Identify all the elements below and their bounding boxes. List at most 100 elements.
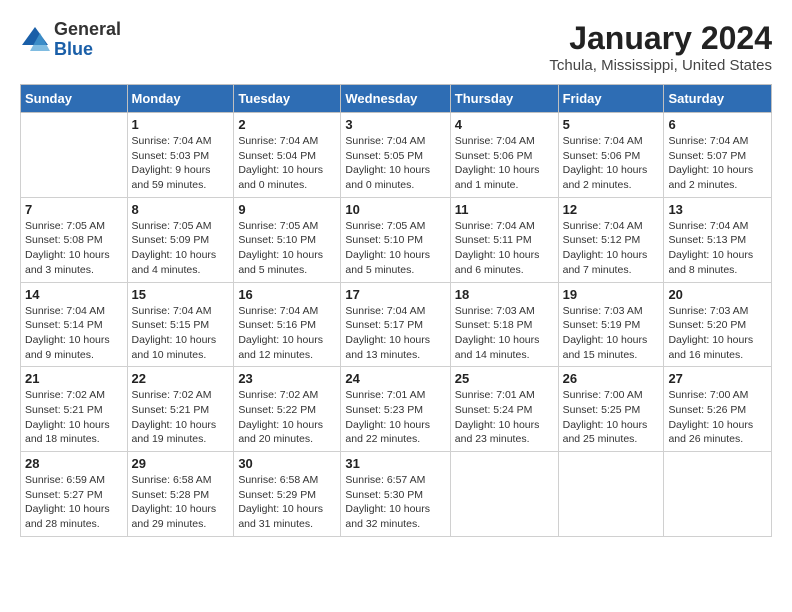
calendar-cell: 4 Sunrise: 7:04 AMSunset: 5:06 PMDaylight… (450, 113, 558, 198)
calendar-cell: 21 Sunrise: 7:02 AMSunset: 5:21 PMDayligh… (21, 367, 128, 452)
calendar-cell: 23Sunrise: 7:02 AMSunset: 5:22 PMDayligh… (234, 367, 341, 452)
day-info: Sunrise: 6:58 AMSunset: 5:29 PMDaylight:… (238, 473, 336, 532)
day-info: Sunrise: 7:04 AMSunset: 5:05 PMDaylight:… (345, 134, 445, 193)
day-info: Sunrise: 7:04 AMSunset: 5:14 PMDaylight:… (25, 304, 123, 363)
week-row-0: 1 Sunrise: 7:04 AMSunset: 5:03 PMDaylight… (21, 113, 772, 198)
calendar-cell: 26Sunrise: 7:00 AMSunset: 5:25 PMDayligh… (558, 367, 664, 452)
calendar-title: January 2024 (549, 20, 772, 57)
calendar-cell: 1 Sunrise: 7:04 AMSunset: 5:03 PMDaylight… (127, 113, 234, 198)
day-number: 7 (25, 202, 123, 217)
calendar-cell: 11 Sunrise: 7:04 AMSunset: 5:11 PMDayligh… (450, 197, 558, 282)
calendar-cell: 2 Sunrise: 7:04 AMSunset: 5:04 PMDaylight… (234, 113, 341, 198)
calendar-cell (664, 452, 772, 537)
day-info: Sunrise: 7:03 AMSunset: 5:19 PMDaylight:… (563, 304, 660, 363)
header-day-friday: Friday (558, 85, 664, 113)
day-number: 29 (132, 456, 230, 471)
day-info: Sunrise: 7:04 AMSunset: 5:06 PMDaylight:… (563, 134, 660, 193)
day-number: 1 (132, 117, 230, 132)
day-number: 27 (668, 371, 767, 386)
day-info: Sunrise: 7:04 AMSunset: 5:12 PMDaylight:… (563, 219, 660, 278)
calendar-cell (558, 452, 664, 537)
day-info: Sunrise: 7:02 AMSunset: 5:21 PMDaylight:… (25, 388, 123, 447)
day-number: 12 (563, 202, 660, 217)
day-info: Sunrise: 6:57 AMSunset: 5:30 PMDaylight:… (345, 473, 445, 532)
day-number: 30 (238, 456, 336, 471)
day-number: 18 (455, 287, 554, 302)
day-info: Sunrise: 7:05 AMSunset: 5:10 PMDaylight:… (238, 219, 336, 278)
header-row: SundayMondayTuesdayWednesdayThursdayFrid… (21, 85, 772, 113)
week-row-1: 7 Sunrise: 7:05 AMSunset: 5:08 PMDaylight… (21, 197, 772, 282)
calendar-cell: 28 Sunrise: 6:59 AMSunset: 5:27 PMDayligh… (21, 452, 128, 537)
day-number: 24 (345, 371, 445, 386)
title-block: January 2024 Tchula, Mississippi, United… (549, 20, 772, 74)
day-number: 4 (455, 117, 554, 132)
calendar-cell: 18 Sunrise: 7:03 AMSunset: 5:18 PMDayligh… (450, 282, 558, 367)
calendar-body: 1 Sunrise: 7:04 AMSunset: 5:03 PMDaylight… (21, 113, 772, 537)
day-info: Sunrise: 7:01 AMSunset: 5:23 PMDaylight:… (345, 388, 445, 447)
calendar-subtitle: Tchula, Mississippi, United States (549, 57, 772, 74)
calendar-cell: 7 Sunrise: 7:05 AMSunset: 5:08 PMDaylight… (21, 197, 128, 282)
day-number: 3 (345, 117, 445, 132)
day-info: Sunrise: 7:04 AMSunset: 5:16 PMDaylight:… (238, 304, 336, 363)
calendar-cell: 24 Sunrise: 7:01 AMSunset: 5:23 PMDayligh… (341, 367, 450, 452)
calendar-cell: 20Sunrise: 7:03 AMSunset: 5:20 PMDayligh… (664, 282, 772, 367)
calendar-cell: 17Sunrise: 7:04 AMSunset: 5:17 PMDayligh… (341, 282, 450, 367)
calendar-cell: 15 Sunrise: 7:04 AMSunset: 5:15 PMDayligh… (127, 282, 234, 367)
day-info: Sunrise: 7:03 AMSunset: 5:18 PMDaylight:… (455, 304, 554, 363)
logo-icon (20, 25, 50, 55)
day-number: 25 (455, 371, 554, 386)
page-header: General Blue January 2024 Tchula, Missis… (20, 20, 772, 74)
calendar-cell: 31Sunrise: 6:57 AMSunset: 5:30 PMDayligh… (341, 452, 450, 537)
day-info: Sunrise: 7:05 AMSunset: 5:08 PMDaylight:… (25, 219, 123, 278)
day-number: 22 (132, 371, 230, 386)
day-info: Sunrise: 7:05 AMSunset: 5:09 PMDaylight:… (132, 219, 230, 278)
header-day-monday: Monday (127, 85, 234, 113)
calendar-header: SundayMondayTuesdayWednesdayThursdayFrid… (21, 85, 772, 113)
calendar-cell: 10Sunrise: 7:05 AMSunset: 5:10 PMDayligh… (341, 197, 450, 282)
day-info: Sunrise: 7:05 AMSunset: 5:10 PMDaylight:… (345, 219, 445, 278)
day-info: Sunrise: 7:04 AMSunset: 5:06 PMDaylight:… (455, 134, 554, 193)
calendar-cell: 14 Sunrise: 7:04 AMSunset: 5:14 PMDayligh… (21, 282, 128, 367)
calendar-cell: 6Sunrise: 7:04 AMSunset: 5:07 PMDaylight… (664, 113, 772, 198)
calendar-cell: 3 Sunrise: 7:04 AMSunset: 5:05 PMDaylight… (341, 113, 450, 198)
week-row-4: 28 Sunrise: 6:59 AMSunset: 5:27 PMDayligh… (21, 452, 772, 537)
day-info: Sunrise: 7:04 AMSunset: 5:03 PMDaylight:… (132, 134, 230, 193)
day-number: 21 (25, 371, 123, 386)
calendar-cell: 30 Sunrise: 6:58 AMSunset: 5:29 PMDayligh… (234, 452, 341, 537)
day-number: 5 (563, 117, 660, 132)
day-number: 15 (132, 287, 230, 302)
calendar-cell: 12 Sunrise: 7:04 AMSunset: 5:12 PMDayligh… (558, 197, 664, 282)
week-row-2: 14 Sunrise: 7:04 AMSunset: 5:14 PMDayligh… (21, 282, 772, 367)
day-number: 2 (238, 117, 336, 132)
day-info: Sunrise: 7:04 AMSunset: 5:17 PMDaylight:… (345, 304, 445, 363)
day-info: Sunrise: 7:03 AMSunset: 5:20 PMDaylight:… (668, 304, 767, 363)
day-number: 11 (455, 202, 554, 217)
calendar-cell (450, 452, 558, 537)
calendar-cell: 27 Sunrise: 7:00 AMSunset: 5:26 PMDayligh… (664, 367, 772, 452)
calendar-cell: 5 Sunrise: 7:04 AMSunset: 5:06 PMDaylight… (558, 113, 664, 198)
header-day-saturday: Saturday (664, 85, 772, 113)
day-number: 28 (25, 456, 123, 471)
day-info: Sunrise: 7:04 AMSunset: 5:04 PMDaylight:… (238, 134, 336, 193)
week-row-3: 21 Sunrise: 7:02 AMSunset: 5:21 PMDayligh… (21, 367, 772, 452)
calendar-cell: 19 Sunrise: 7:03 AMSunset: 5:19 PMDayligh… (558, 282, 664, 367)
day-number: 14 (25, 287, 123, 302)
day-info: Sunrise: 7:04 AMSunset: 5:11 PMDaylight:… (455, 219, 554, 278)
day-info: Sunrise: 7:00 AMSunset: 5:26 PMDaylight:… (668, 388, 767, 447)
day-info: Sunrise: 7:01 AMSunset: 5:24 PMDaylight:… (455, 388, 554, 447)
day-info: Sunrise: 7:04 AMSunset: 5:13 PMDaylight:… (668, 219, 767, 278)
calendar-cell: 16Sunrise: 7:04 AMSunset: 5:16 PMDayligh… (234, 282, 341, 367)
day-info: Sunrise: 6:59 AMSunset: 5:27 PMDaylight:… (25, 473, 123, 532)
calendar-cell: 13 Sunrise: 7:04 AMSunset: 5:13 PMDayligh… (664, 197, 772, 282)
calendar-cell (21, 113, 128, 198)
day-number: 19 (563, 287, 660, 302)
calendar-cell: 25 Sunrise: 7:01 AMSunset: 5:24 PMDayligh… (450, 367, 558, 452)
header-day-thursday: Thursday (450, 85, 558, 113)
day-info: Sunrise: 7:04 AMSunset: 5:15 PMDaylight:… (132, 304, 230, 363)
calendar-table: SundayMondayTuesdayWednesdayThursdayFrid… (20, 84, 772, 537)
header-day-sunday: Sunday (21, 85, 128, 113)
day-number: 23 (238, 371, 336, 386)
logo-general-text: General (54, 20, 121, 40)
day-number: 13 (668, 202, 767, 217)
day-info: Sunrise: 7:00 AMSunset: 5:25 PMDaylight:… (563, 388, 660, 447)
